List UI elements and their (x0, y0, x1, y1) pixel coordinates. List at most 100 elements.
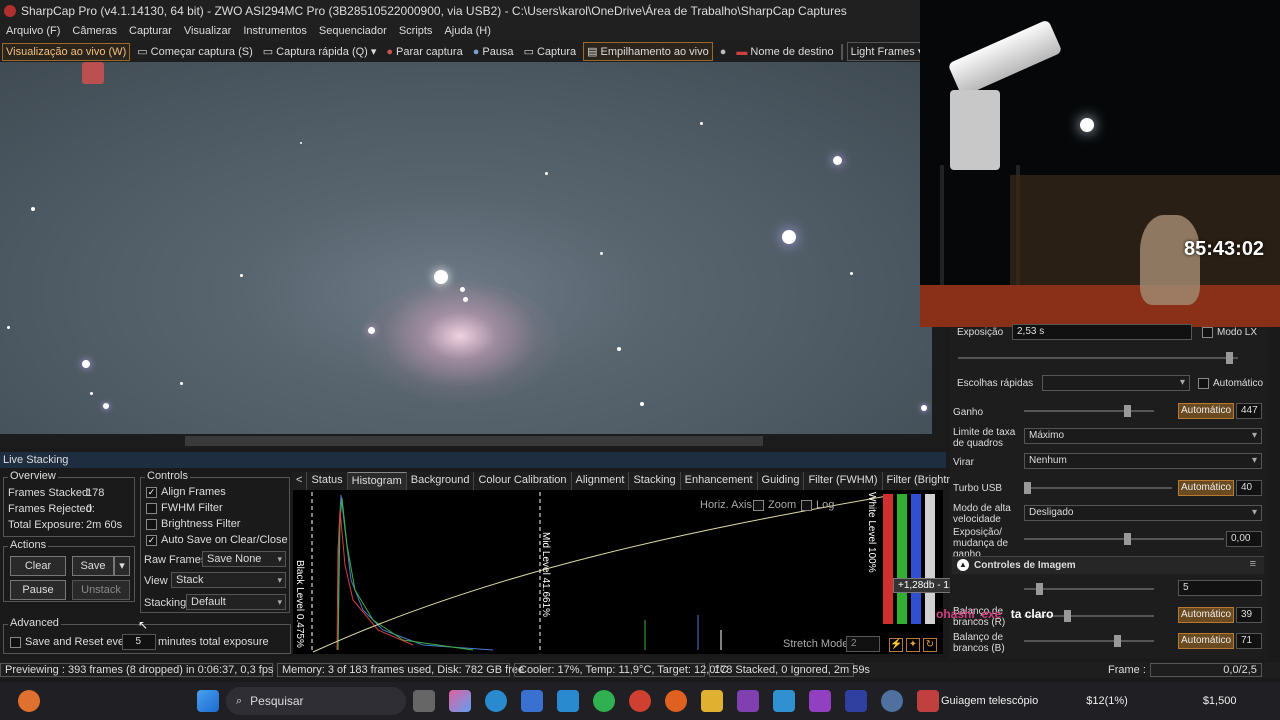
onenote2-icon[interactable] (809, 690, 831, 712)
copilot-icon[interactable] (449, 690, 471, 712)
align-frames-checkbox[interactable]: ✓ Align Frames (146, 486, 226, 498)
lx-mode-checkbox[interactable]: Modo LX (1202, 327, 1257, 338)
wb-b-auto-button[interactable]: Automático (1178, 633, 1234, 649)
brightness-filter-checkbox[interactable]: Brightness Filter (146, 518, 240, 530)
taskview-icon[interactable] (413, 690, 435, 712)
scrollbar-thumb[interactable] (185, 436, 763, 446)
fwhm-filter-checkbox[interactable]: FWHM Filter (146, 502, 223, 514)
tab-scroll-left[interactable]: < (292, 472, 308, 490)
phd-icon[interactable] (881, 690, 903, 712)
gain-slider[interactable] (1024, 405, 1154, 417)
minutes-input[interactable]: 5 (122, 634, 156, 650)
menu-file[interactable]: Arquivo (F) (0, 25, 66, 37)
frame-rate-select[interactable]: Máximo (1024, 428, 1262, 444)
usb-slider[interactable] (1024, 482, 1172, 494)
explorer-icon[interactable] (701, 690, 723, 712)
live-view-button[interactable]: Visualização ao vivo (W) (2, 42, 131, 61)
menu-cameras[interactable]: Câmeras (66, 25, 123, 37)
edge-icon[interactable] (485, 690, 507, 712)
target-name-select[interactable] (840, 43, 843, 60)
start-capture-button[interactable]: ▭ Começar captura (S) (134, 43, 256, 60)
tab-background[interactable]: Background (407, 472, 475, 490)
gain-input[interactable]: 447 (1236, 403, 1262, 419)
save-reset-checkbox[interactable]: Save and Reset every (10, 636, 133, 648)
raw-frames-select[interactable]: Save None (202, 551, 286, 567)
quick-capture-button[interactable]: ▭ Captura rápida (Q) ▾ (260, 43, 380, 60)
menu-sequencer[interactable]: Sequenciador (313, 25, 393, 37)
log-checkbox[interactable]: Log (801, 499, 834, 511)
tab-filter-fwhm[interactable]: Filter (FWHM) (804, 472, 883, 490)
target-name-button[interactable]: ▬ Nome de destino (733, 44, 836, 60)
gain-auto-button[interactable]: Automático (1178, 403, 1234, 419)
usb-input[interactable]: 40 (1236, 480, 1262, 496)
wb-r-input[interactable]: 39 (1236, 607, 1262, 623)
menu-icon[interactable]: ≡ (1250, 558, 1256, 570)
reset-icon[interactable]: ↻ (923, 638, 937, 652)
stacking-select[interactable]: Default (186, 594, 286, 610)
tab-enhancement[interactable]: Enhancement (681, 472, 758, 490)
app-icon[interactable] (557, 690, 579, 712)
start-icon[interactable] (197, 690, 219, 712)
star (617, 347, 621, 351)
live-stacking-button[interactable]: ▤ Empilhamento ao vivo (583, 42, 713, 61)
exposure-input[interactable]: 2,53 s (1012, 324, 1192, 340)
onenote-icon[interactable] (737, 690, 759, 712)
menu-help[interactable]: Ajuda (H) (438, 25, 496, 37)
capture-button[interactable]: ▭ Captura (521, 43, 580, 60)
menu-scripts[interactable]: Scripts (393, 25, 439, 37)
image-controls-header[interactable]: ▲ Controles de Imagem ≡ (952, 556, 1264, 574)
auto-exposure-checkbox[interactable]: Automático (1198, 378, 1263, 389)
image-viewport[interactable] (0, 62, 932, 434)
tab-status[interactable]: Status (307, 472, 348, 490)
sharpcap-icon[interactable] (773, 690, 795, 712)
widgets-icon[interactable] (18, 690, 40, 712)
clear-button[interactable]: Clear (10, 556, 66, 576)
unstack-button[interactable]: Unstack (72, 580, 130, 600)
store-icon[interactable] (521, 690, 543, 712)
pause-stack-button[interactable]: Pause (10, 580, 66, 600)
save-menu-button[interactable]: ▾ (114, 556, 130, 576)
stop-capture-button[interactable]: ● Parar captura (383, 44, 465, 60)
quick-choices-select[interactable] (1042, 375, 1190, 391)
tab-stacking[interactable]: Stacking (629, 472, 681, 490)
frame-type-select[interactable]: Light Frames▾ (846, 42, 928, 61)
level-sliders[interactable] (883, 494, 939, 624)
auto-stretch-icon[interactable]: ⚡ (889, 638, 903, 652)
exposure-slider[interactable] (958, 352, 1238, 364)
chrome-icon[interactable] (629, 690, 651, 712)
overlay-icon[interactable] (82, 62, 104, 84)
menu-capture[interactable]: Capturar (123, 25, 178, 37)
tab-alignment[interactable]: Alignment (572, 472, 630, 490)
origin-icon[interactable] (665, 690, 687, 712)
wb-b-slider[interactable] (1024, 635, 1154, 647)
menu-tools[interactable]: Instrumentos (237, 25, 313, 37)
tab-colour-calibration[interactable]: Colour Calibration (474, 472, 572, 490)
wb-r-auto-button[interactable]: Automático (1178, 607, 1234, 623)
running-app-label[interactable]: Guiagem telescópio (941, 695, 1038, 707)
exp-change-slider[interactable] (1024, 533, 1224, 545)
whatsapp-icon[interactable] (593, 690, 615, 712)
save-button[interactable]: Save (72, 556, 114, 576)
flip-select[interactable]: Nenhum (1024, 453, 1262, 469)
stretch-mode-input[interactable]: 2 (846, 636, 880, 652)
stellarium-icon[interactable] (845, 690, 867, 712)
search-box[interactable]: ⌕ Pesquisar (226, 687, 406, 715)
sparkle-icon[interactable]: ✦ (906, 638, 920, 652)
stream-timer: 85:43:02 (1184, 238, 1265, 260)
offset-input[interactable]: 5 (1178, 580, 1262, 596)
tab-histogram[interactable]: Histogram (347, 472, 407, 490)
menu-view[interactable]: Visualizar (178, 25, 238, 37)
guiding-app-icon[interactable] (917, 690, 939, 712)
exp-change-input[interactable]: 0,00 (1226, 531, 1262, 547)
offset-slider[interactable] (1024, 583, 1154, 595)
wb-b-input[interactable]: 71 (1236, 633, 1262, 649)
horizontal-scrollbar[interactable] (0, 434, 932, 448)
histogram-panel[interactable]: Black Level 0.475% Mid Level 41.661% Whi… (293, 490, 973, 654)
zoom-checkbox[interactable]: Zoom (753, 499, 796, 511)
auto-save-checkbox[interactable]: ✓ Auto Save on Clear/Close (146, 534, 288, 546)
pause-button[interactable]: ● Pausa (470, 44, 517, 60)
hispeed-select[interactable]: Desligado (1024, 505, 1262, 521)
usb-auto-button[interactable]: Automático (1178, 480, 1234, 496)
tab-guiding[interactable]: Guiding (758, 472, 805, 490)
view-select[interactable]: Stack (171, 572, 286, 588)
